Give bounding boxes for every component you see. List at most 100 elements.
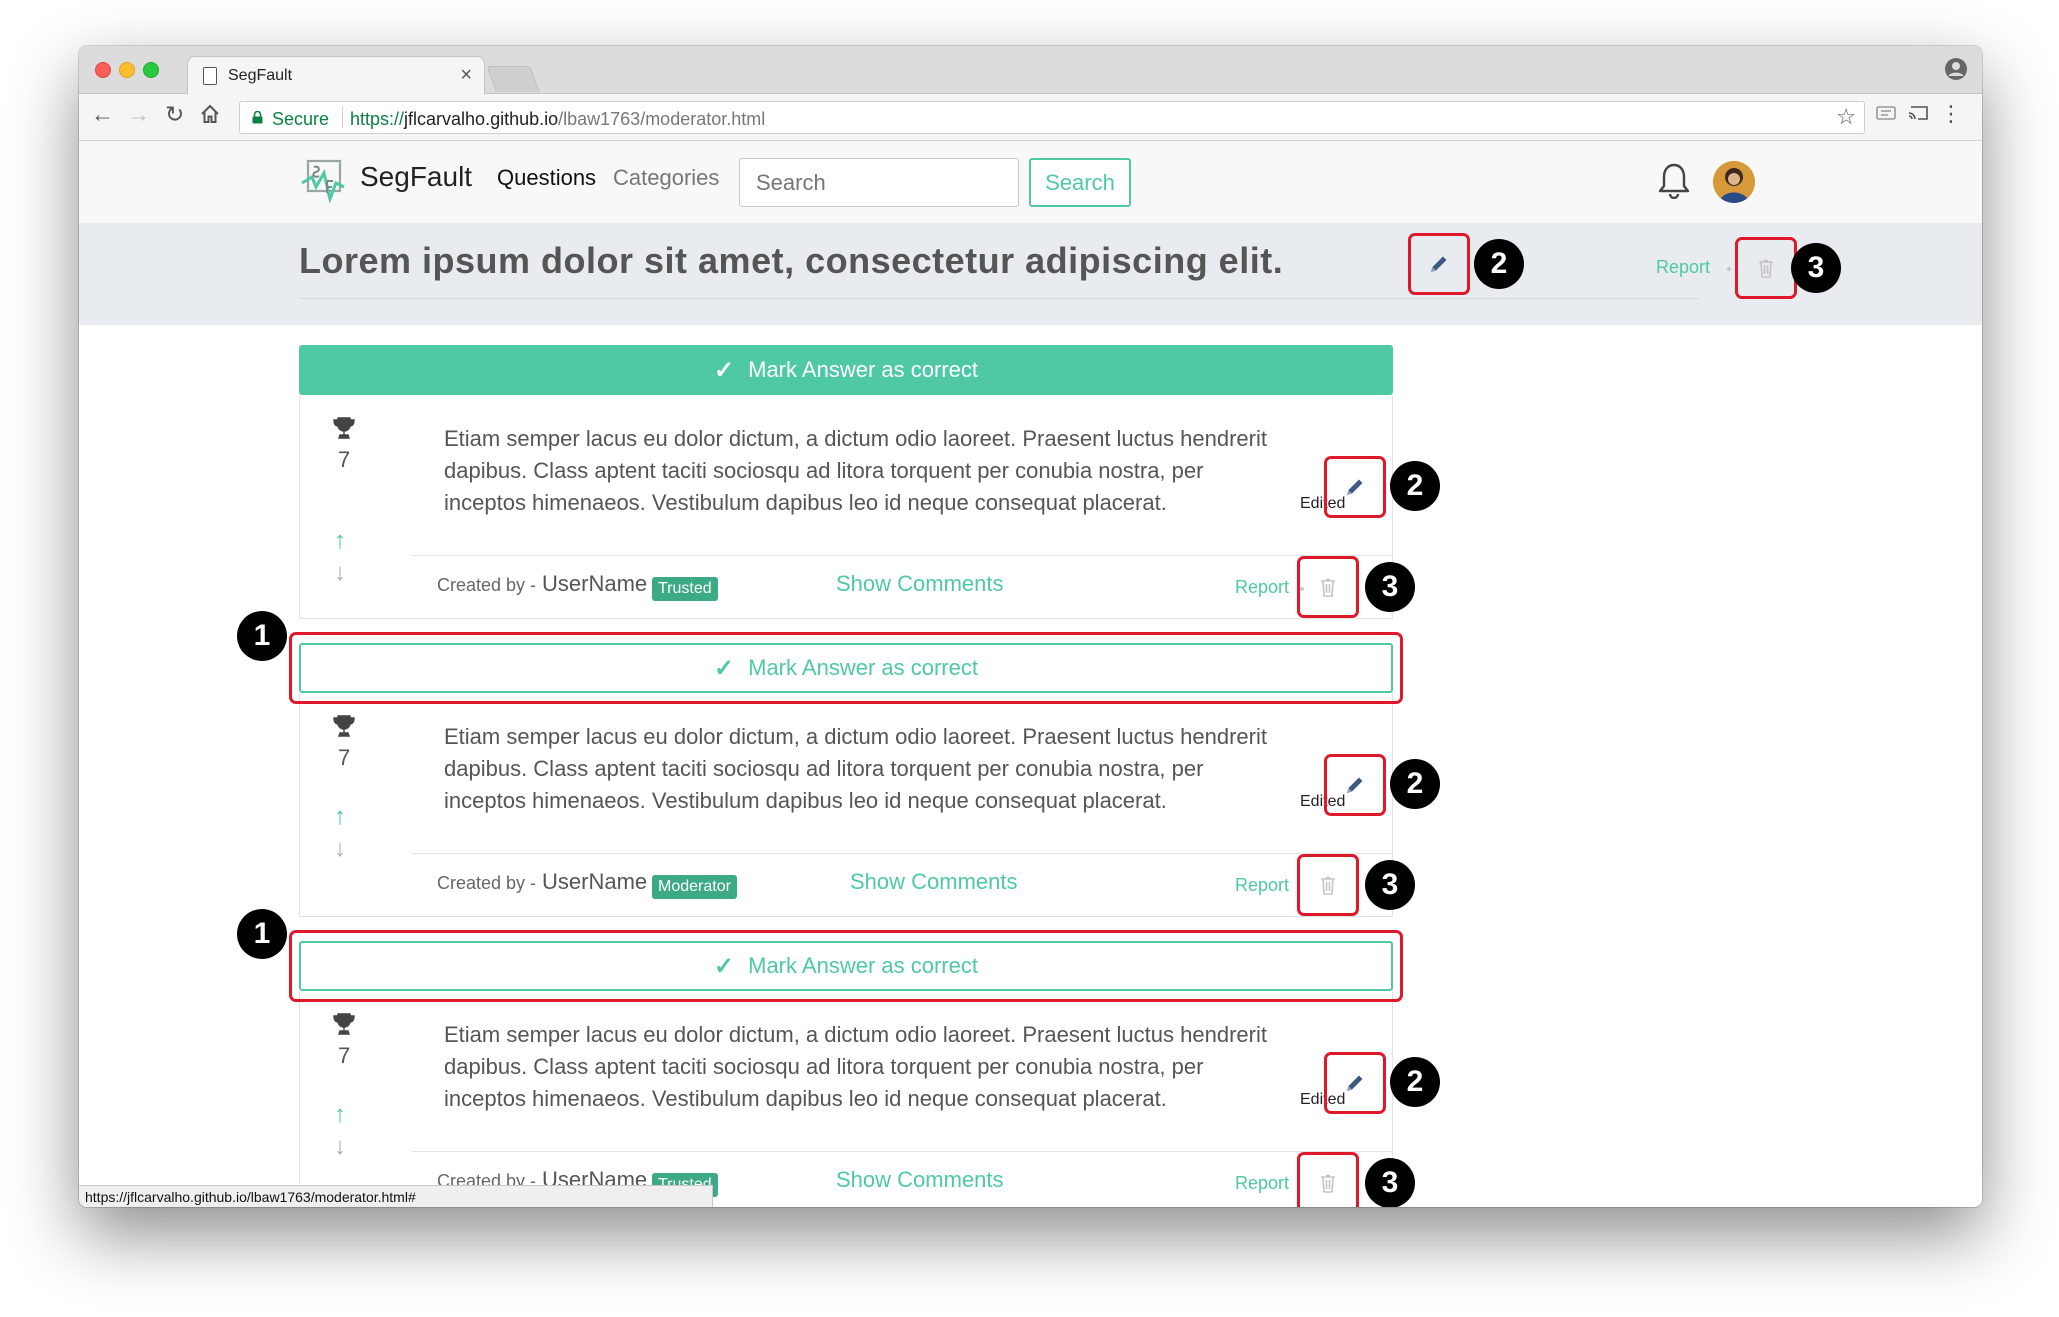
browser-tab[interactable]: SegFault × bbox=[187, 56, 485, 95]
home-icon[interactable] bbox=[199, 103, 221, 125]
edit-answer-button[interactable] bbox=[1324, 1052, 1386, 1114]
callout-3: 3 bbox=[1365, 562, 1415, 612]
close-window-button[interactable] bbox=[95, 62, 111, 78]
pencil-icon bbox=[1431, 256, 1447, 272]
reload-icon[interactable]: ↻ bbox=[165, 103, 184, 126]
answer-body: Etiam semper lacus eu dolor dictum, a di… bbox=[444, 1022, 1267, 1111]
tab-close-icon[interactable]: × bbox=[460, 65, 472, 85]
search-button[interactable]: Search bbox=[1029, 158, 1131, 207]
arrow-down-icon[interactable]: ↓ bbox=[334, 561, 346, 585]
author-username[interactable]: UserName bbox=[542, 869, 647, 895]
trash-icon bbox=[1321, 578, 1335, 597]
site-navbar: SegFault Questions Categories Search bbox=[79, 141, 1982, 223]
avatar[interactable] bbox=[1713, 161, 1755, 203]
browser-window: SegFault × ← → ↻ Secure https://jflcarva… bbox=[79, 46, 1982, 1207]
answer-card: 7 ↑ ↓ Etiam semper lacus eu dolor dictum… bbox=[299, 395, 1393, 619]
trash-icon bbox=[1321, 1174, 1335, 1193]
cast-icon[interactable] bbox=[1908, 106, 1928, 120]
tab-title: SegFault bbox=[228, 67, 293, 84]
answer-card: 7 ↑ ↓ Etiam semper lacus eu dolor dictum… bbox=[299, 991, 1393, 1207]
profile-icon[interactable] bbox=[1944, 57, 1968, 81]
answer-score: 7 bbox=[338, 745, 351, 770]
trophy-icon bbox=[333, 417, 355, 439]
url-host: jflcarvalho.github.io bbox=[404, 109, 559, 129]
site: SegFault Questions Categories Search Lor… bbox=[79, 141, 1982, 1207]
delete-answer-button[interactable] bbox=[1297, 854, 1359, 916]
trophy-icon bbox=[333, 1013, 355, 1035]
edit-answer-button[interactable] bbox=[1324, 754, 1386, 816]
answer-body: Etiam semper lacus eu dolor dictum, a di… bbox=[444, 426, 1267, 515]
callout-1: 1 bbox=[237, 611, 287, 661]
callout-1: 1 bbox=[237, 909, 287, 959]
show-comments-link[interactable]: Show Comments bbox=[836, 1167, 1004, 1193]
show-comments-link[interactable]: Show Comments bbox=[850, 869, 1018, 895]
highlight-box bbox=[289, 632, 1403, 704]
bell-icon[interactable] bbox=[1656, 161, 1692, 199]
separator-dot bbox=[1727, 267, 1731, 271]
answer-score: 7 bbox=[338, 447, 351, 472]
trash-icon bbox=[1321, 876, 1335, 895]
created-by-label: Created by - bbox=[437, 873, 537, 893]
nav-categories-link[interactable]: Categories bbox=[613, 165, 719, 191]
minimize-window-button[interactable] bbox=[119, 62, 135, 78]
segfault-logo-icon[interactable] bbox=[300, 157, 346, 203]
brand-name[interactable]: SegFault bbox=[360, 161, 472, 193]
status-bar-url: https://jflcarvalho.github.io/lbaw1763/m… bbox=[79, 1185, 713, 1207]
callout-3: 3 bbox=[1791, 243, 1841, 293]
question-report-link[interactable]: Report bbox=[1656, 257, 1710, 278]
trash-icon bbox=[1759, 259, 1773, 278]
answer-divider bbox=[412, 853, 1392, 854]
mark-correct-label: Mark Answer as correct bbox=[748, 357, 978, 382]
answer-body: Etiam semper lacus eu dolor dictum, a di… bbox=[444, 724, 1267, 813]
forward-icon[interactable]: → bbox=[127, 103, 150, 126]
url-path: /lbaw1763/moderator.html bbox=[558, 109, 766, 129]
role-badge: Moderator bbox=[652, 875, 737, 899]
highlight-box bbox=[289, 930, 1403, 1002]
pencil-icon bbox=[1347, 1075, 1363, 1091]
check-icon: ✓ bbox=[714, 356, 735, 384]
arrow-up-icon[interactable]: ↑ bbox=[334, 529, 346, 553]
callout-2: 2 bbox=[1390, 759, 1440, 809]
new-tab-button[interactable] bbox=[486, 66, 540, 92]
show-comments-link[interactable]: Show Comments bbox=[836, 571, 1004, 597]
edit-answer-button[interactable] bbox=[1324, 456, 1386, 518]
answer-report-link[interactable]: Report bbox=[1235, 875, 1289, 896]
title-divider bbox=[299, 298, 1699, 299]
page-icon bbox=[203, 67, 217, 85]
url-text[interactable]: https://jflcarvalho.github.io/lbaw1763/m… bbox=[350, 109, 765, 130]
star-icon[interactable]: ☆ bbox=[1836, 106, 1856, 128]
mark-correct-button[interactable]: ✓ Mark Answer as correct bbox=[299, 345, 1393, 395]
answer-card: 7 ↑ ↓ Etiam semper lacus eu dolor dictum… bbox=[299, 693, 1393, 917]
arrow-down-icon[interactable]: ↓ bbox=[334, 1135, 346, 1159]
arrow-up-icon[interactable]: ↑ bbox=[334, 1103, 346, 1127]
url-separator bbox=[342, 106, 343, 128]
answer-report-link[interactable]: Report bbox=[1235, 577, 1289, 598]
delete-answer-button[interactable] bbox=[1297, 1152, 1359, 1207]
secure-label: Secure bbox=[272, 109, 330, 129]
answer-report-link[interactable]: Report bbox=[1235, 1173, 1289, 1194]
nav-questions-link[interactable]: Questions bbox=[497, 165, 596, 191]
trophy-icon bbox=[333, 715, 355, 737]
delete-question-button[interactable] bbox=[1735, 237, 1797, 299]
arrow-down-icon[interactable]: ↓ bbox=[334, 837, 346, 861]
callout-3: 3 bbox=[1365, 860, 1415, 910]
arrow-up-icon[interactable]: ↑ bbox=[334, 805, 346, 829]
author-username[interactable]: UserName bbox=[542, 571, 647, 597]
url-scheme: https:// bbox=[350, 109, 405, 129]
lock-icon bbox=[252, 111, 263, 124]
extension-icon[interactable] bbox=[1876, 106, 1896, 120]
address-bar[interactable]: Secure https://jflcarvalho.github.io/lba… bbox=[239, 101, 1865, 134]
delete-answer-button[interactable] bbox=[1297, 556, 1359, 618]
answer-divider bbox=[412, 1151, 1392, 1152]
pencil-icon bbox=[1347, 479, 1363, 495]
tab-strip: SegFault × bbox=[79, 46, 1982, 95]
search-input[interactable] bbox=[739, 158, 1019, 207]
maximize-window-button[interactable] bbox=[143, 62, 159, 78]
callout-3: 3 bbox=[1365, 1158, 1415, 1207]
edit-question-button[interactable] bbox=[1408, 233, 1470, 295]
callout-2: 2 bbox=[1390, 1057, 1440, 1107]
menu-icon[interactable]: ⋮ bbox=[1940, 103, 1962, 125]
back-icon[interactable]: ← bbox=[91, 103, 114, 126]
created-by-label: Created by - bbox=[437, 575, 537, 595]
question-header: Lorem ipsum dolor sit amet, consectetur … bbox=[79, 223, 1982, 325]
